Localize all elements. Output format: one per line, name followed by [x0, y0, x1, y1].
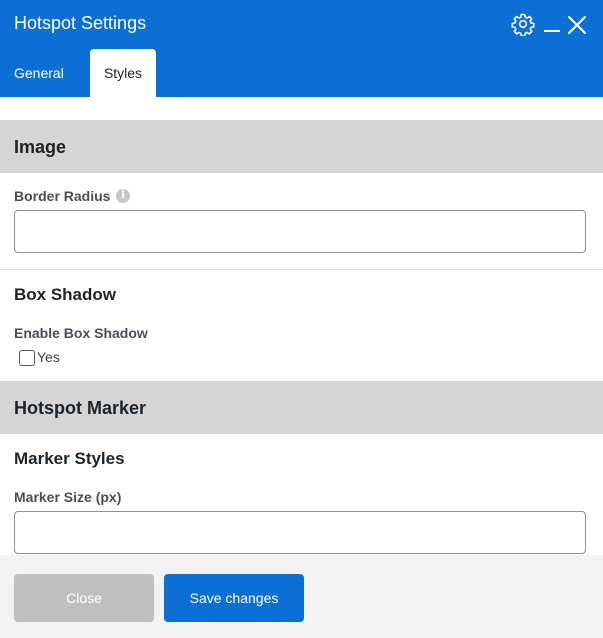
enable-box-shadow-option-label[interactable]: Yes — [37, 349, 60, 366]
save-changes-button[interactable]: Save changes — [164, 574, 304, 622]
dialog-footer: Close Save changes — [0, 555, 603, 638]
minimize-icon[interactable] — [543, 12, 561, 36]
section-image: Image — [0, 120, 603, 173]
divider — [0, 269, 603, 270]
border-radius-label: Border Radius — [14, 188, 111, 204]
dialog-title: Hotspot Settings — [14, 13, 147, 33]
close-button[interactable]: Close — [14, 574, 154, 622]
info-icon[interactable]: i — [116, 189, 130, 203]
tab-general[interactable]: General — [14, 49, 90, 97]
box-shadow-heading: Box Shadow — [14, 285, 117, 304]
border-radius-input[interactable] — [14, 210, 586, 253]
enable-box-shadow-checkbox[interactable] — [19, 350, 35, 366]
dialog-header: Hotspot Settings General Styles — [0, 0, 603, 97]
close-icon[interactable] — [566, 14, 588, 36]
marker-size-label: Marker Size (px) — [14, 489, 122, 505]
marker-styles-heading: Marker Styles — [14, 449, 125, 468]
marker-size-input[interactable] — [14, 511, 586, 554]
section-heading-hotspot-marker: Hotspot Marker — [14, 398, 147, 418]
gear-icon[interactable] — [511, 12, 535, 36]
section-heading-image: Image — [14, 137, 67, 157]
tab-styles[interactable]: Styles — [90, 49, 156, 97]
enable-box-shadow-label: Enable Box Shadow — [14, 325, 148, 341]
section-hotspot-marker: Hotspot Marker — [0, 381, 603, 434]
